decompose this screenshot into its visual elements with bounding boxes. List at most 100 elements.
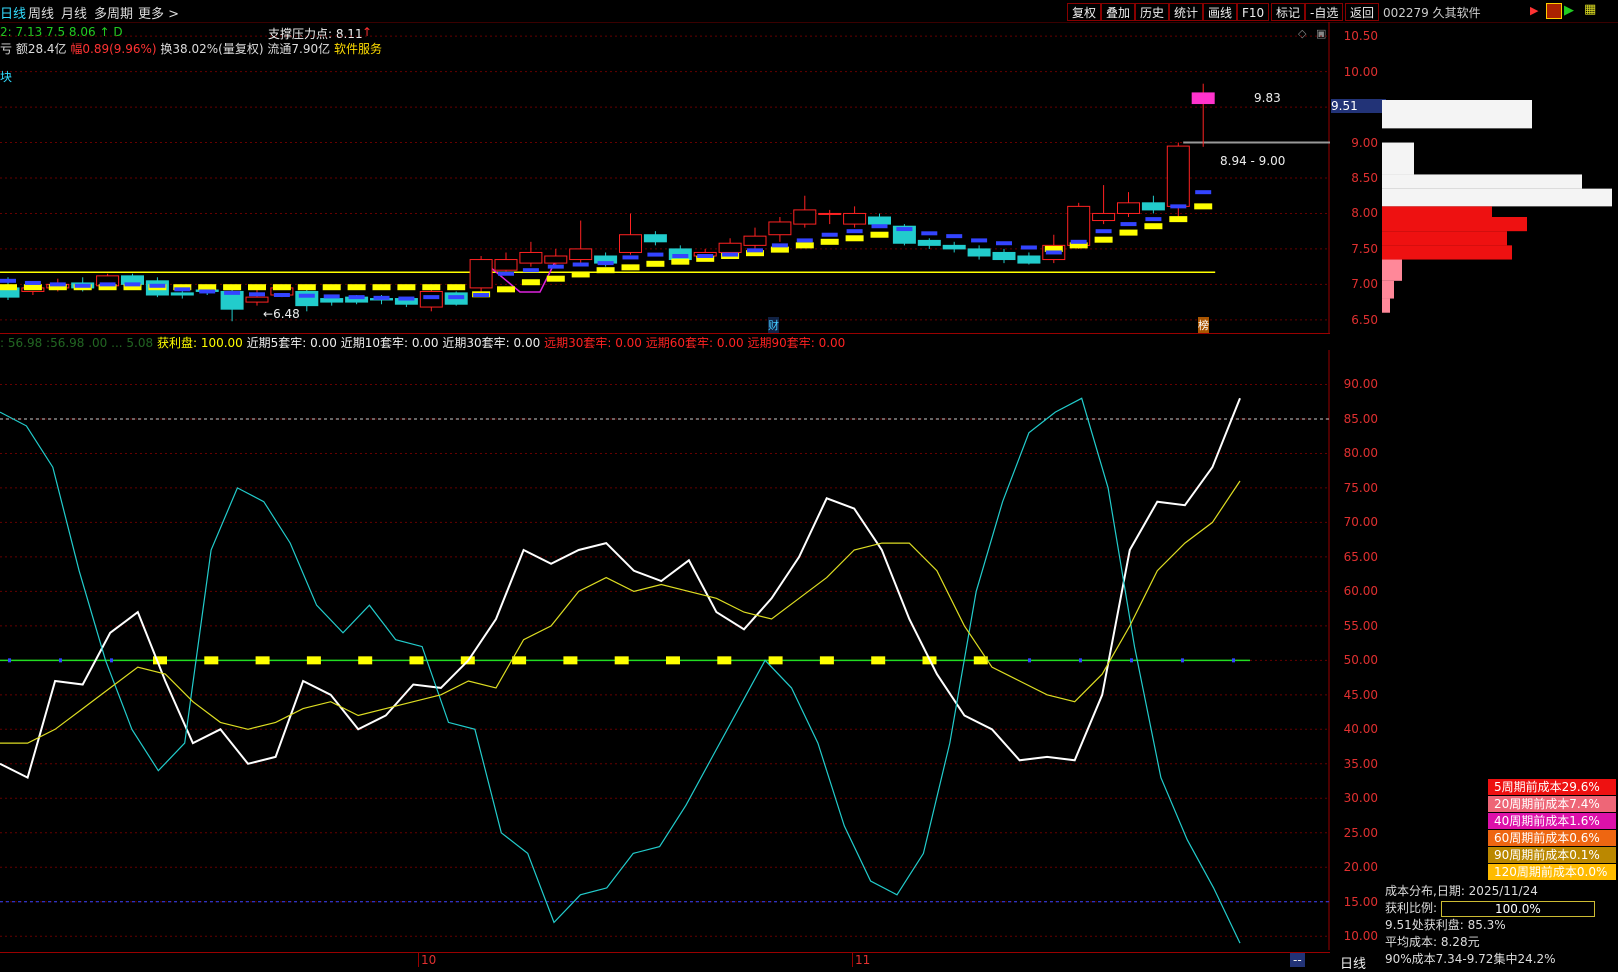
legend-item: 40周期前成本1.6% — [1488, 813, 1616, 829]
restore-rights-button[interactable]: 复权 — [1067, 3, 1102, 21]
mid-dot — [59, 658, 62, 663]
candle-body — [1092, 212, 1116, 222]
ma-yellow-mark — [646, 260, 665, 267]
finance-marker[interactable]: 财 — [768, 317, 779, 333]
tab-more[interactable]: 更多 > — [138, 3, 179, 22]
ma-yellow-mark — [447, 284, 466, 291]
scroll-indicator[interactable]: -- — [1290, 953, 1305, 967]
ma-blue-mark — [49, 282, 66, 287]
legend-item: 60周期前成本0.6% — [1488, 830, 1616, 846]
ma-yellow-mark — [223, 284, 242, 291]
oscillator-chart[interactable] — [0, 350, 1330, 950]
cost-profile-bar — [1382, 245, 1512, 260]
f10-button[interactable]: F10 — [1237, 3, 1270, 21]
rank-marker[interactable]: 榜 — [1198, 317, 1209, 333]
far90-trapped: 远期90套牢: 0.00 — [747, 336, 846, 350]
mid-dot — [1028, 658, 1031, 663]
price-tick-label: 8.50 — [1351, 171, 1378, 185]
alert-icon[interactable] — [1546, 3, 1562, 19]
remove-watchlist-button[interactable]: -自选 — [1305, 3, 1344, 21]
draw-line-button[interactable]: 画线 — [1203, 3, 1238, 21]
chevron-right-icon: > — [164, 7, 180, 22]
statistics-button[interactable]: 统计 — [1169, 3, 1204, 21]
ma-blue-mark — [249, 292, 265, 297]
mid-yellow-mark — [204, 656, 219, 665]
mid-dot — [1130, 658, 1133, 663]
tab-daily[interactable]: 日线 — [0, 3, 26, 22]
ma-yellow-mark — [422, 284, 441, 291]
candle-body — [170, 292, 194, 296]
candle-body — [643, 234, 667, 243]
cost-distribution-info: 成本分布,日期: 2025/11/24 获利比例: 100.0% 9.51处获利… — [1385, 883, 1613, 968]
mark-button[interactable]: 标记 — [1271, 3, 1306, 21]
flag-icon[interactable]: ▶ — [1530, 4, 1538, 17]
candle-body — [868, 216, 891, 225]
ma-yellow-mark — [795, 242, 814, 249]
cost-profile-bar — [1382, 206, 1492, 217]
candle-body — [718, 242, 742, 253]
ma-blue-mark — [1120, 222, 1137, 227]
ma-yellow-mark — [1194, 203, 1213, 210]
candlestick-chart[interactable] — [0, 22, 1330, 334]
cost-profile-bar — [1382, 259, 1402, 281]
ma-blue-mark — [348, 295, 365, 300]
legend-item: 90周期前成本0.1% — [1488, 847, 1616, 863]
tab-weekly[interactable]: 周线 — [28, 3, 54, 22]
ma-blue-mark — [1145, 217, 1162, 222]
ma-yellow-mark — [198, 284, 217, 291]
ma-yellow-mark — [845, 235, 864, 242]
cost-profile-bar — [1382, 174, 1582, 189]
ma-blue-mark — [423, 295, 440, 300]
ma-yellow-mark — [671, 258, 690, 265]
ma-yellow-mark — [372, 284, 391, 291]
candle-body — [469, 259, 493, 289]
cost-profile-bar — [1382, 217, 1527, 232]
ma-yellow-mark — [248, 284, 266, 291]
ma-blue-mark — [74, 283, 91, 288]
back-button[interactable]: 返回 — [1345, 3, 1380, 21]
history-button[interactable]: 历史 — [1135, 3, 1170, 21]
ma-yellow-mark — [621, 264, 640, 271]
ma-yellow-mark — [521, 279, 540, 286]
play-icon[interactable]: ▶ — [1564, 3, 1574, 18]
price-tick-label: 6.50 — [1351, 312, 1378, 327]
osc-tick-label: 60.00 — [1343, 584, 1378, 599]
profit-label: 获利盘: — [156, 336, 197, 350]
osc-tick-label: 90.00 — [1343, 377, 1378, 392]
ma-yellow-mark — [1144, 223, 1163, 230]
cost-legend: 5周期前成本29.6% 20周期前成本7.4% 40周期前成本1.6% 60周期前成本… — [1488, 779, 1616, 881]
mid-yellow-mark — [871, 656, 886, 665]
ma-blue-mark — [1195, 190, 1212, 195]
ma-blue-mark — [846, 229, 863, 234]
profit-ratio-bar: 100.0% — [1440, 900, 1595, 917]
ma-blue-mark — [1170, 204, 1187, 209]
candle-body — [992, 251, 1016, 261]
mid-yellow-mark — [717, 656, 732, 665]
ma-yellow-mark — [870, 231, 889, 238]
candle-body — [843, 212, 867, 225]
time-axis: 10 11 -- — [0, 952, 1330, 970]
ma-blue-mark — [1070, 239, 1087, 244]
tab-monthly[interactable]: 月线 — [61, 3, 87, 22]
price-tick-label: 9.00 — [1351, 135, 1378, 150]
ma-blue-mark — [996, 241, 1012, 246]
ma-yellow-mark — [0, 284, 17, 291]
price-tick-label: 8.00 — [1351, 206, 1378, 221]
candle-body — [743, 235, 767, 246]
osc-tick-label: 50.00 — [1343, 653, 1378, 668]
ma-yellow-mark — [596, 267, 615, 274]
near10-trapped: 近期10套牢: 0.00 — [340, 336, 439, 350]
tab-multi-period[interactable]: 多周期 — [94, 3, 133, 22]
ma-blue-mark — [697, 254, 714, 258]
grid-icon[interactable]: ▦ — [1584, 2, 1596, 17]
mid-yellow-mark — [512, 656, 527, 665]
ma-blue-mark — [398, 296, 415, 301]
candle-body — [619, 234, 642, 253]
overlay-button[interactable]: 叠加 — [1101, 3, 1136, 21]
candle-body — [569, 248, 593, 261]
profit-at-price: 9.51处获利盘: 85.3% — [1385, 918, 1506, 932]
legend-item: 120周期前成本0.0% — [1488, 864, 1616, 880]
ma-blue-mark — [722, 252, 739, 257]
month-label-10: 10 — [418, 953, 436, 967]
ma-yellow-mark — [322, 284, 341, 291]
